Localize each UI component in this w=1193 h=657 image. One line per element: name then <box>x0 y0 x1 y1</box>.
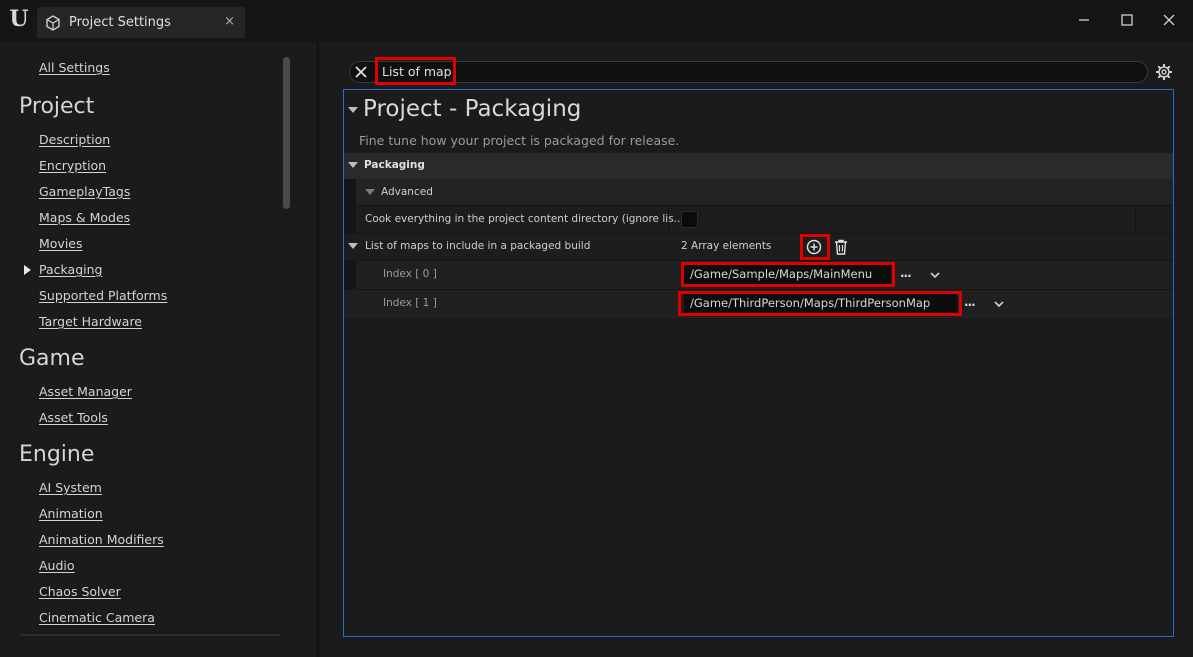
sidebar-item-gameplaytags[interactable]: GameplayTags <box>39 184 130 199</box>
collapse-advanced-icon[interactable] <box>365 189 375 195</box>
sidebar-item-maps-modes[interactable]: Maps & Modes <box>39 210 130 225</box>
category-label: Packaging <box>364 159 425 171</box>
sidebar-item-all-settings[interactable]: All Settings <box>39 60 110 75</box>
browse-button-1[interactable]: ... <box>964 295 976 309</box>
sidebar-section-engine: Engine <box>19 442 95 467</box>
cook-everything-label: Cook everything in the project content d… <box>365 213 684 225</box>
list-of-maps-label: List of maps to include in a packaged bu… <box>365 240 591 252</box>
clear-search-icon[interactable] <box>353 64 369 80</box>
indent-bar <box>344 179 356 205</box>
sidebar-item-chaos-solver[interactable]: Chaos Solver <box>39 584 121 599</box>
search-input[interactable] <box>349 61 1148 83</box>
gear-icon[interactable] <box>1155 63 1173 81</box>
chevron-down-icon[interactable] <box>993 298 1005 310</box>
sidebar-item-target-hardware[interactable]: Target Hardware <box>39 314 142 329</box>
indent-bar <box>344 205 356 233</box>
sidebar-item-packaging[interactable]: Packaging <box>39 262 102 277</box>
array-count-label: 2 Array elements <box>681 240 772 252</box>
category-row-packaging[interactable] <box>344 153 1173 179</box>
sidebar-item-ai-system[interactable]: AI System <box>39 480 102 495</box>
sidebar-item-movies[interactable]: Movies <box>39 236 83 251</box>
collapse-list-icon[interactable] <box>348 243 358 249</box>
index-label-1: Index [ 1 ] <box>383 297 437 309</box>
sidebar-item-supported-platforms[interactable]: Supported Platforms <box>39 288 167 303</box>
collapse-packaging-icon[interactable] <box>348 162 358 168</box>
subcategory-row-advanced[interactable] <box>344 179 1173 205</box>
sidebar-item-cinematic-camera[interactable]: Cinematic Camera <box>39 610 155 625</box>
index-label-0: Index [ 0 ] <box>383 268 437 280</box>
tab-close-button[interactable]: × <box>224 14 235 29</box>
page-description: Fine tune how your project is packaged f… <box>359 133 680 148</box>
sidebar-item-description[interactable]: Description <box>39 132 110 147</box>
selected-arrow-icon <box>24 265 31 275</box>
close-window-button[interactable] <box>1159 10 1179 30</box>
settings-cube-icon <box>46 15 60 31</box>
highlight-search <box>375 57 456 85</box>
highlight-add-element <box>800 234 830 260</box>
tab-title: Project Settings <box>69 15 171 30</box>
subcategory-label: Advanced <box>381 186 433 198</box>
cook-everything-checkbox[interactable] <box>681 211 698 228</box>
chevron-down-icon[interactable] <box>929 269 941 281</box>
maximize-button[interactable] <box>1117 10 1137 30</box>
sidebar-section-game: Game <box>19 346 85 371</box>
minimize-button[interactable] <box>1074 10 1094 30</box>
trash-icon[interactable] <box>832 238 850 256</box>
sidebar-scrollbar[interactable] <box>283 57 290 209</box>
sidebar-item-animation[interactable]: Animation <box>39 506 103 521</box>
title-bar: U Project Settings × <box>0 0 1193 42</box>
unreal-logo-icon: U <box>9 6 29 32</box>
sidebar-divider <box>20 634 280 636</box>
sidebar-item-encryption[interactable]: Encryption <box>39 158 106 173</box>
collapse-title-icon[interactable] <box>348 107 358 113</box>
highlight-map-path-0 <box>681 262 895 287</box>
page-title: Project - Packaging <box>363 96 582 122</box>
sidebar-item-asset-tools[interactable]: Asset Tools <box>39 410 108 425</box>
sidebar-item-audio[interactable]: Audio <box>39 558 75 573</box>
tab-project-settings[interactable]: Project Settings × <box>37 7 245 38</box>
browse-button-0[interactable]: ... <box>900 266 912 280</box>
highlight-map-path-1 <box>678 291 962 316</box>
sidebar-section-project: Project <box>19 94 95 119</box>
sidebar-item-animation-modifiers[interactable]: Animation Modifiers <box>39 532 164 547</box>
sidebar-item-asset-manager[interactable]: Asset Manager <box>39 384 132 399</box>
